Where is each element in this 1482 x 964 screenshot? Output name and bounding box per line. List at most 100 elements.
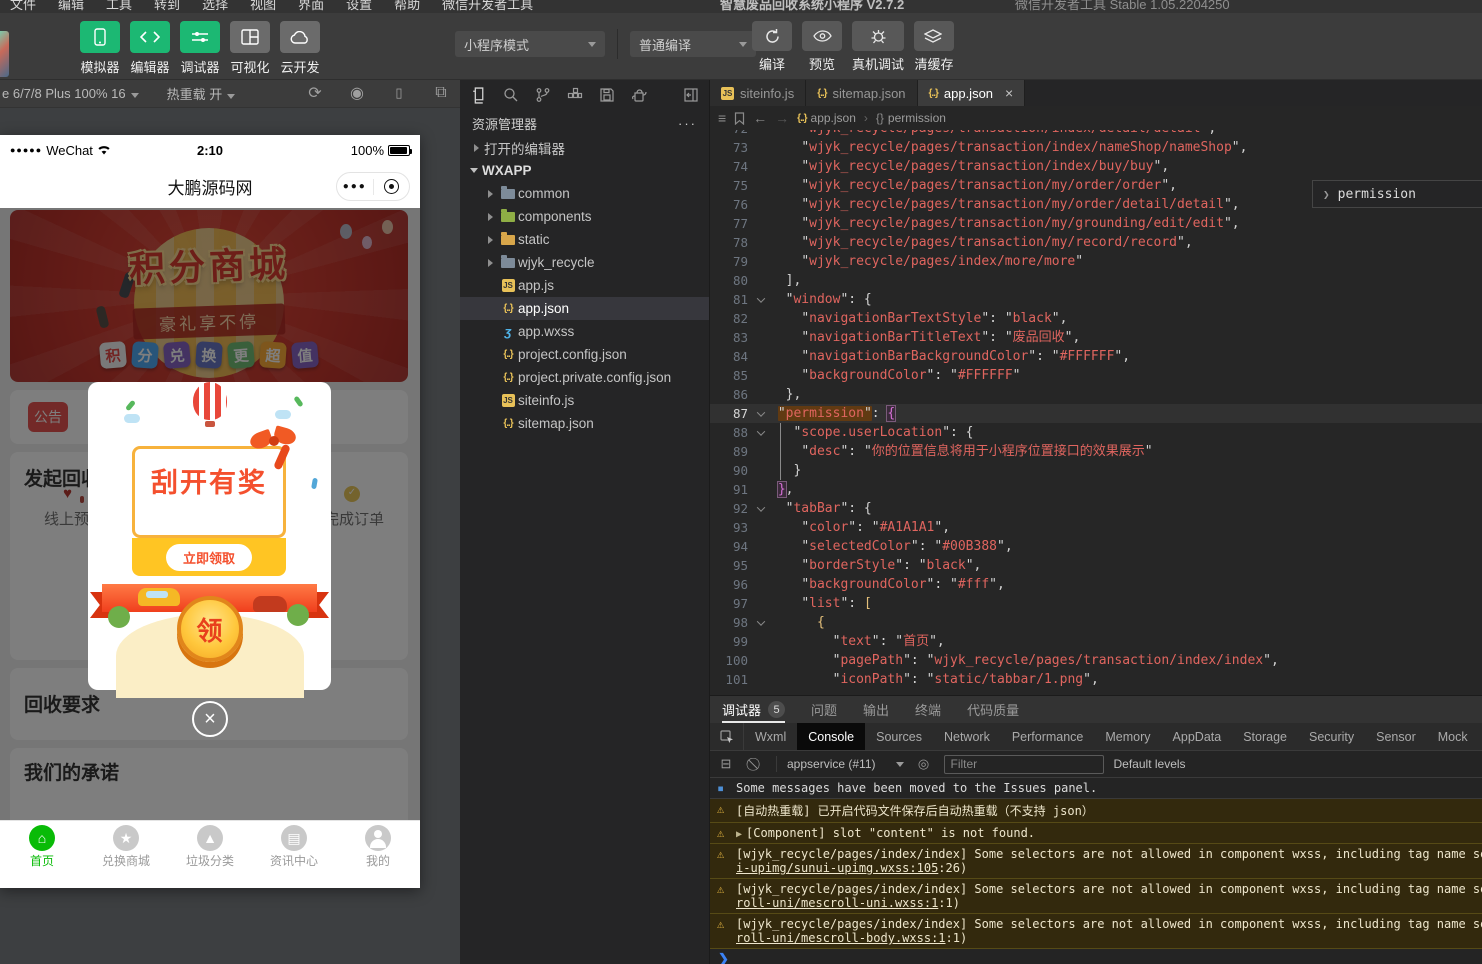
debugger-tab-问题[interactable]: 问题 [811, 696, 837, 723]
execution-context-dropdown[interactable]: appservice (#11) [787, 757, 904, 771]
toolbar-云开发-button[interactable]: 云开发 [280, 21, 320, 76]
hot-reload-toggle[interactable]: 热重载 开 [167, 84, 236, 103]
open-editors-section[interactable]: 打开的编辑器 [460, 136, 709, 159]
devtools-tab-Security[interactable]: Security [1298, 723, 1365, 750]
popup-close-button[interactable]: × [192, 701, 228, 737]
debugger-tab-调试器[interactable]: 调试器5 [722, 696, 785, 723]
mode-dropdown[interactable]: 小程序模式 [455, 31, 605, 57]
tree-item-common[interactable]: common [460, 182, 709, 205]
devtools-tab-Performance[interactable]: Performance [1001, 723, 1095, 750]
console-message-4[interactable]: ⚠[wjyk_recycle/pages/index/index] Some s… [710, 879, 1482, 914]
menu-item-2[interactable]: 工具 [106, 0, 132, 13]
record-icon[interactable]: ◉ [348, 84, 366, 102]
expand-caret-icon[interactable]: ▶ [736, 829, 742, 840]
save-icon[interactable] [599, 87, 615, 103]
device-selector[interactable]: e 6/7/8 Plus 100% 16 [2, 86, 139, 101]
fold-icon[interactable] [752, 423, 770, 442]
devtools-tab-Memory[interactable]: Memory [1094, 723, 1161, 750]
breadcrumb-file[interactable]: {..}app.json [797, 111, 856, 125]
collapse-sidebar-icon[interactable] [683, 87, 699, 103]
console-message-0[interactable]: ▪Some messages have been moved to the Is… [710, 778, 1482, 799]
eye-icon[interactable]: ◎ [914, 756, 934, 772]
menu-item-4[interactable]: 选择 [202, 0, 228, 13]
log-levels-dropdown[interactable]: Default levels [1114, 757, 1192, 771]
compile-mode-dropdown[interactable]: 普通编译 [630, 31, 756, 57]
breadcrumb-symbol[interactable]: {}permission [876, 111, 946, 125]
close-tab-icon[interactable]: × [1005, 85, 1013, 101]
menu-item-6[interactable]: 界面 [298, 0, 324, 13]
tab-兑换商城[interactable]: ★兑换商城 [84, 821, 168, 868]
phone-frame-icon[interactable]: ▯ [390, 84, 408, 102]
source-link[interactable]: i-upimg/sunui-upimg.wxss:105 [736, 861, 938, 875]
toolbar-预览-button[interactable]: 预览 [802, 21, 842, 73]
tab-我的[interactable]: 我的 [336, 821, 420, 868]
toolbar-编辑器-button[interactable]: 编辑器 [130, 21, 170, 76]
project-root[interactable]: WXAPP [460, 159, 709, 182]
minimize-icon[interactable] [374, 179, 410, 194]
sidebar-toggle-icon[interactable]: ⊟ [716, 756, 736, 772]
menu-item-1[interactable]: 编辑 [58, 0, 84, 13]
nav-back-icon[interactable]: ← [753, 110, 767, 126]
git-branch-icon[interactable] [535, 87, 551, 103]
clear-console-icon[interactable]: ⃠ [746, 756, 766, 772]
devtools-tab-Wxml[interactable]: Wxml [744, 723, 797, 750]
console-message-1[interactable]: ⚠[自动热重载] 已开启代码文件保存后自动热重载（不支持 json） [710, 799, 1482, 823]
console-prompt[interactable]: ❯ [710, 949, 1482, 964]
toolbar-编译-button[interactable]: 编译 [752, 21, 792, 73]
fold-icon[interactable] [752, 613, 770, 632]
toolbar-模拟器-button[interactable]: 模拟器 [80, 21, 120, 76]
console-message-5[interactable]: ⚠[wjyk_recycle/pages/index/index] Some s… [710, 914, 1482, 949]
toolbar-调试器-button[interactable]: 调试器 [180, 21, 220, 76]
menu-item-9[interactable]: 微信开发者工具 [442, 0, 533, 13]
more-menu-icon[interactable]: ●●● [337, 181, 373, 192]
devtools-tab-Storage[interactable]: Storage [1232, 723, 1298, 750]
bookmark-icon[interactable] [734, 112, 745, 125]
nav-forward-icon[interactable]: → [775, 110, 789, 126]
tree-item-app.wxss[interactable]: ʒapp.wxss [460, 320, 709, 343]
code-area[interactable]: 72 "wjyk_recycle/pages/transaction/index… [710, 130, 1482, 695]
tree-item-static[interactable]: static [460, 228, 709, 251]
menu-item-7[interactable]: 设置 [346, 0, 372, 13]
editor-tab-app.json[interactable]: {..}app.json× [918, 80, 1026, 106]
menu-item-8[interactable]: 帮助 [394, 0, 420, 13]
devtools-tab-Mock[interactable]: Mock [1427, 723, 1479, 750]
devtools-tab-Network[interactable]: Network [933, 723, 1001, 750]
debugger-tab-代码质量[interactable]: 代码质量 [967, 696, 1019, 723]
editor-tab-sitemap.json[interactable]: {..}sitemap.json [806, 80, 917, 106]
toolbar-真机调试-button[interactable]: 真机调试 [852, 21, 904, 73]
menu-item-3[interactable]: 转到 [154, 0, 180, 13]
console-message-2[interactable]: ⚠▶[Component] slot "content" is not foun… [710, 823, 1482, 844]
tab-首页[interactable]: ⌂首页 [0, 821, 84, 868]
debugger-tab-终端[interactable]: 终端 [915, 696, 941, 723]
source-link[interactable]: roll-uni/mescroll-body.wxss:1 [736, 931, 946, 945]
devtools-tab-Sources[interactable]: Sources [865, 723, 933, 750]
multi-window-icon[interactable]: ⧉ [432, 84, 450, 102]
menu-item-5[interactable]: 视图 [250, 0, 276, 13]
tree-item-app.js[interactable]: JSapp.js [460, 274, 709, 297]
inspect-element-icon[interactable] [710, 723, 744, 750]
menu-item-0[interactable]: 文件 [10, 0, 36, 13]
tree-item-components[interactable]: components [460, 205, 709, 228]
devtools-tab-AppData[interactable]: AppData [1162, 723, 1233, 750]
outline-icon[interactable]: ≡ [718, 110, 726, 126]
tree-item-project.private.config.json[interactable]: {..}project.private.config.json [460, 366, 709, 389]
extensions-icon[interactable] [567, 87, 583, 103]
user-avatar[interactable] [0, 31, 9, 77]
devtools-tab-Console[interactable]: Console [797, 723, 865, 750]
files-icon[interactable] [470, 87, 487, 104]
tab-垃圾分类[interactable]: ▲垃圾分类 [168, 821, 252, 868]
claim-button[interactable]: 立即领取 [166, 544, 252, 571]
fold-icon[interactable] [752, 290, 770, 309]
toolbar-可视化-button[interactable]: 可视化 [230, 21, 270, 76]
console-filter-input[interactable] [944, 755, 1104, 774]
tree-item-wjyk_recycle[interactable]: wjyk_recycle [460, 251, 709, 274]
fold-icon[interactable] [752, 499, 770, 518]
search-icon[interactable] [503, 87, 519, 103]
tree-item-sitemap.json[interactable]: {..}sitemap.json [460, 412, 709, 435]
gold-coin-icon[interactable]: 领 [177, 596, 243, 662]
symbol-picker-popup[interactable]: ❯permission [1312, 180, 1482, 208]
restart-icon[interactable]: ⟳ [306, 84, 324, 102]
explorer-more-icon[interactable]: ··· [678, 116, 697, 131]
tree-item-siteinfo.js[interactable]: JSsiteinfo.js [460, 389, 709, 412]
console-message-3[interactable]: ⚠[wjyk_recycle/pages/index/index] Some s… [710, 844, 1482, 879]
